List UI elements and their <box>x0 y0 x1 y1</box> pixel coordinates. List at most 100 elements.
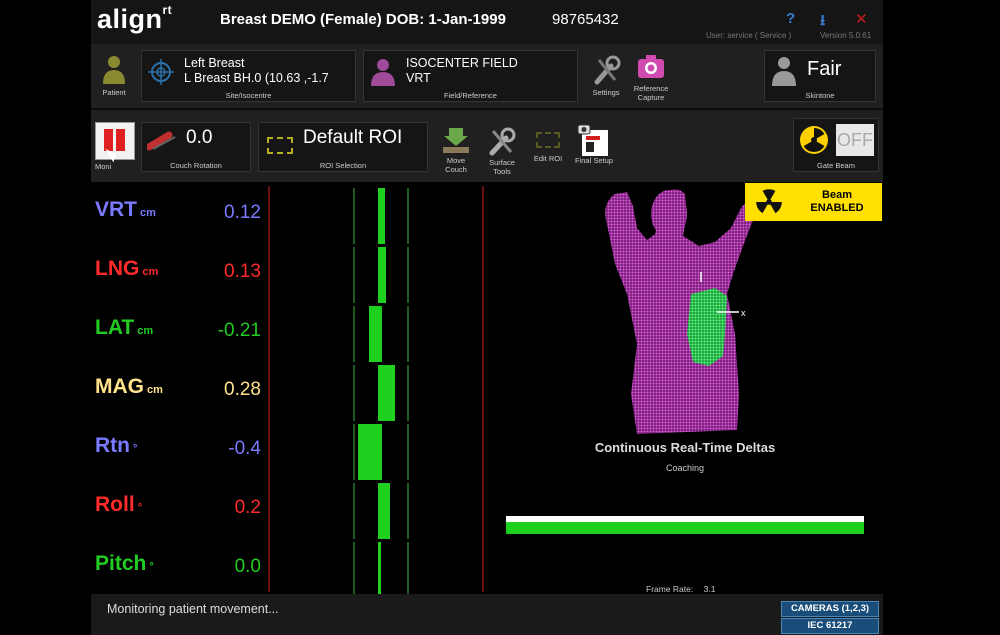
camera-icon <box>638 55 664 78</box>
metric-unit: ° <box>133 443 138 455</box>
radiation-icon <box>800 126 828 154</box>
edit-roi-label: Edit ROI <box>533 154 563 163</box>
patient-button[interactable]: Patient <box>97 54 131 97</box>
couch-rotation-value: 0.0 <box>186 127 213 148</box>
user-info: User: service ( Service ) <box>706 31 792 40</box>
delta-bar-roll <box>378 483 390 539</box>
move-couch-label-2: Couch <box>445 165 467 174</box>
metric-value-lng: 0.13 <box>224 261 261 282</box>
metric-unit: cm <box>137 325 154 337</box>
alignrt-window: alignrt Breast DEMO (Female) DOB: 1-Jan-… <box>91 0 883 635</box>
couch-rotation-field[interactable]: 0.0 Couch Rotation <box>141 122 251 172</box>
reference-capture-label-1: Reference <box>633 84 669 93</box>
couch-icon <box>147 131 176 151</box>
metric-label-vrt: VRT cm <box>95 198 156 222</box>
metric-value-roll: 0.2 <box>234 497 261 518</box>
site-isocentre-label: Site/Isocentre <box>225 91 272 100</box>
patient-label: Patient <box>102 88 126 97</box>
final-setup-icon <box>577 124 608 156</box>
delta-guide-left <box>353 424 355 480</box>
toolbar-row-2: Moni 0.0 Couch Rotation Default ROI ROI … <box>91 110 883 182</box>
roi-selector[interactable]: Default ROI ROI Selection <box>258 122 428 172</box>
metric-name: MAG <box>95 375 144 398</box>
final-setup-button[interactable]: Final Setup <box>573 122 615 165</box>
metric-value-pitch: 0.0 <box>234 556 261 577</box>
help-icon[interactable]: ? <box>786 10 795 27</box>
toolbar-row-1: Patient Left Breast L Breast BH.0 (10.63… <box>91 44 883 110</box>
reference-capture-button[interactable]: Reference Capture <box>629 52 673 102</box>
move-couch-button[interactable]: Move Couch <box>438 126 474 174</box>
metric-value-lat: -0.21 <box>217 320 261 341</box>
monitor-label: Moni <box>95 162 112 171</box>
gate-beam-label: Gate Beam <box>817 161 855 170</box>
metric-value-mag: 0.28 <box>224 379 261 400</box>
delta-guide-left <box>353 483 355 539</box>
move-couch-icon <box>443 128 469 153</box>
skintone-patient-icon <box>772 57 796 86</box>
delta-guide-left <box>353 188 355 244</box>
metric-name: Roll <box>95 493 135 516</box>
delta-guide-right <box>407 483 409 539</box>
edit-roi-icon <box>536 132 560 148</box>
delta-guide-left <box>353 365 355 421</box>
delta-bar-lng <box>378 247 386 303</box>
site-name: Left Breast <box>184 56 245 70</box>
skintone-selector[interactable]: Fair Skintone <box>764 50 876 102</box>
tolerance-line-right <box>482 186 484 592</box>
coaching-label: Coaching <box>665 463 705 473</box>
delta-guide-right <box>407 188 409 244</box>
roi-selection-label: ROI Selection <box>319 161 367 170</box>
beam-label-2: ENABLED <box>810 202 864 214</box>
roi-icon <box>267 137 293 154</box>
beam-enabled-badge: Beam ENABLED <box>745 183 882 221</box>
crosshair-icon <box>148 59 174 85</box>
status-bar: Monitoring patient movement... <box>91 594 883 635</box>
cameras-badge[interactable]: CAMERAS (1,2,3) <box>781 601 879 617</box>
delta-guide-left <box>353 247 355 303</box>
status-message: Monitoring patient movement... <box>107 602 279 616</box>
gate-beam-control[interactable]: OFF Gate Beam <box>793 118 879 172</box>
coaching-bar-green <box>506 522 864 534</box>
metric-unit: cm <box>142 266 159 278</box>
tools-icon <box>489 127 516 156</box>
metric-name: VRT <box>95 198 137 221</box>
surface-tools-label-2: Tools <box>493 167 511 176</box>
edit-roi-button[interactable]: Edit ROI <box>531 132 565 163</box>
isocentre-name: L Breast BH.0 (10.63 ,-1.7 <box>184 71 329 85</box>
patient-icon <box>103 56 125 84</box>
metric-label-rtn: Rtn ° <box>95 434 137 458</box>
skintone-value: Fair <box>807 58 842 80</box>
final-setup-label: Final Setup <box>575 156 613 165</box>
field-reference-label: Field/Reference <box>444 91 497 100</box>
metric-label-roll: Roll ° <box>95 493 142 517</box>
delta-guide-right <box>407 306 409 362</box>
point-cloud-head <box>651 190 687 238</box>
surface-tools-button[interactable]: Surface Tools <box>482 126 522 176</box>
version-label: Version 5.0.61 <box>820 31 872 40</box>
close-icon[interactable]: ✕ <box>855 10 868 28</box>
metric-unit: cm <box>147 384 163 396</box>
beam-radiation-icon <box>756 189 782 214</box>
skintone-label: Skintone <box>805 91 835 100</box>
settings-button[interactable]: Settings <box>587 54 625 97</box>
delta-bar-lat <box>369 306 382 362</box>
metric-label-lat: LAT cm <box>95 316 153 340</box>
delta-guide-left <box>353 542 355 598</box>
delta-guide-right <box>407 247 409 303</box>
metric-unit: ° <box>149 561 154 573</box>
delta-bar-vrt <box>378 188 386 244</box>
delta-bar-rtn <box>358 424 382 480</box>
field-reference-selector[interactable]: ISOCENTER FIELD VRT Field/Reference <box>363 50 578 102</box>
frame-rate: Frame Rate: 3.1 <box>646 584 715 594</box>
deltas-title: Continuous Real-Time Deltas <box>594 440 776 455</box>
surface-viewport[interactable]: x Continuous Real-Time Deltas Coaching F… <box>487 184 883 594</box>
gate-beam-toggle[interactable]: OFF <box>836 124 874 156</box>
field-patient-icon <box>371 59 395 86</box>
roi-value: Default ROI <box>303 127 403 148</box>
site-isocentre-selector[interactable]: Left Breast L Breast BH.0 (10.63 ,-1.7 S… <box>141 50 356 102</box>
frame-rate-value: 3.1 <box>703 584 716 594</box>
reference-name: VRT <box>406 71 431 85</box>
metric-name: LAT <box>95 316 135 339</box>
metric-unit: ° <box>137 502 143 514</box>
pause-bar-right <box>116 129 125 151</box>
